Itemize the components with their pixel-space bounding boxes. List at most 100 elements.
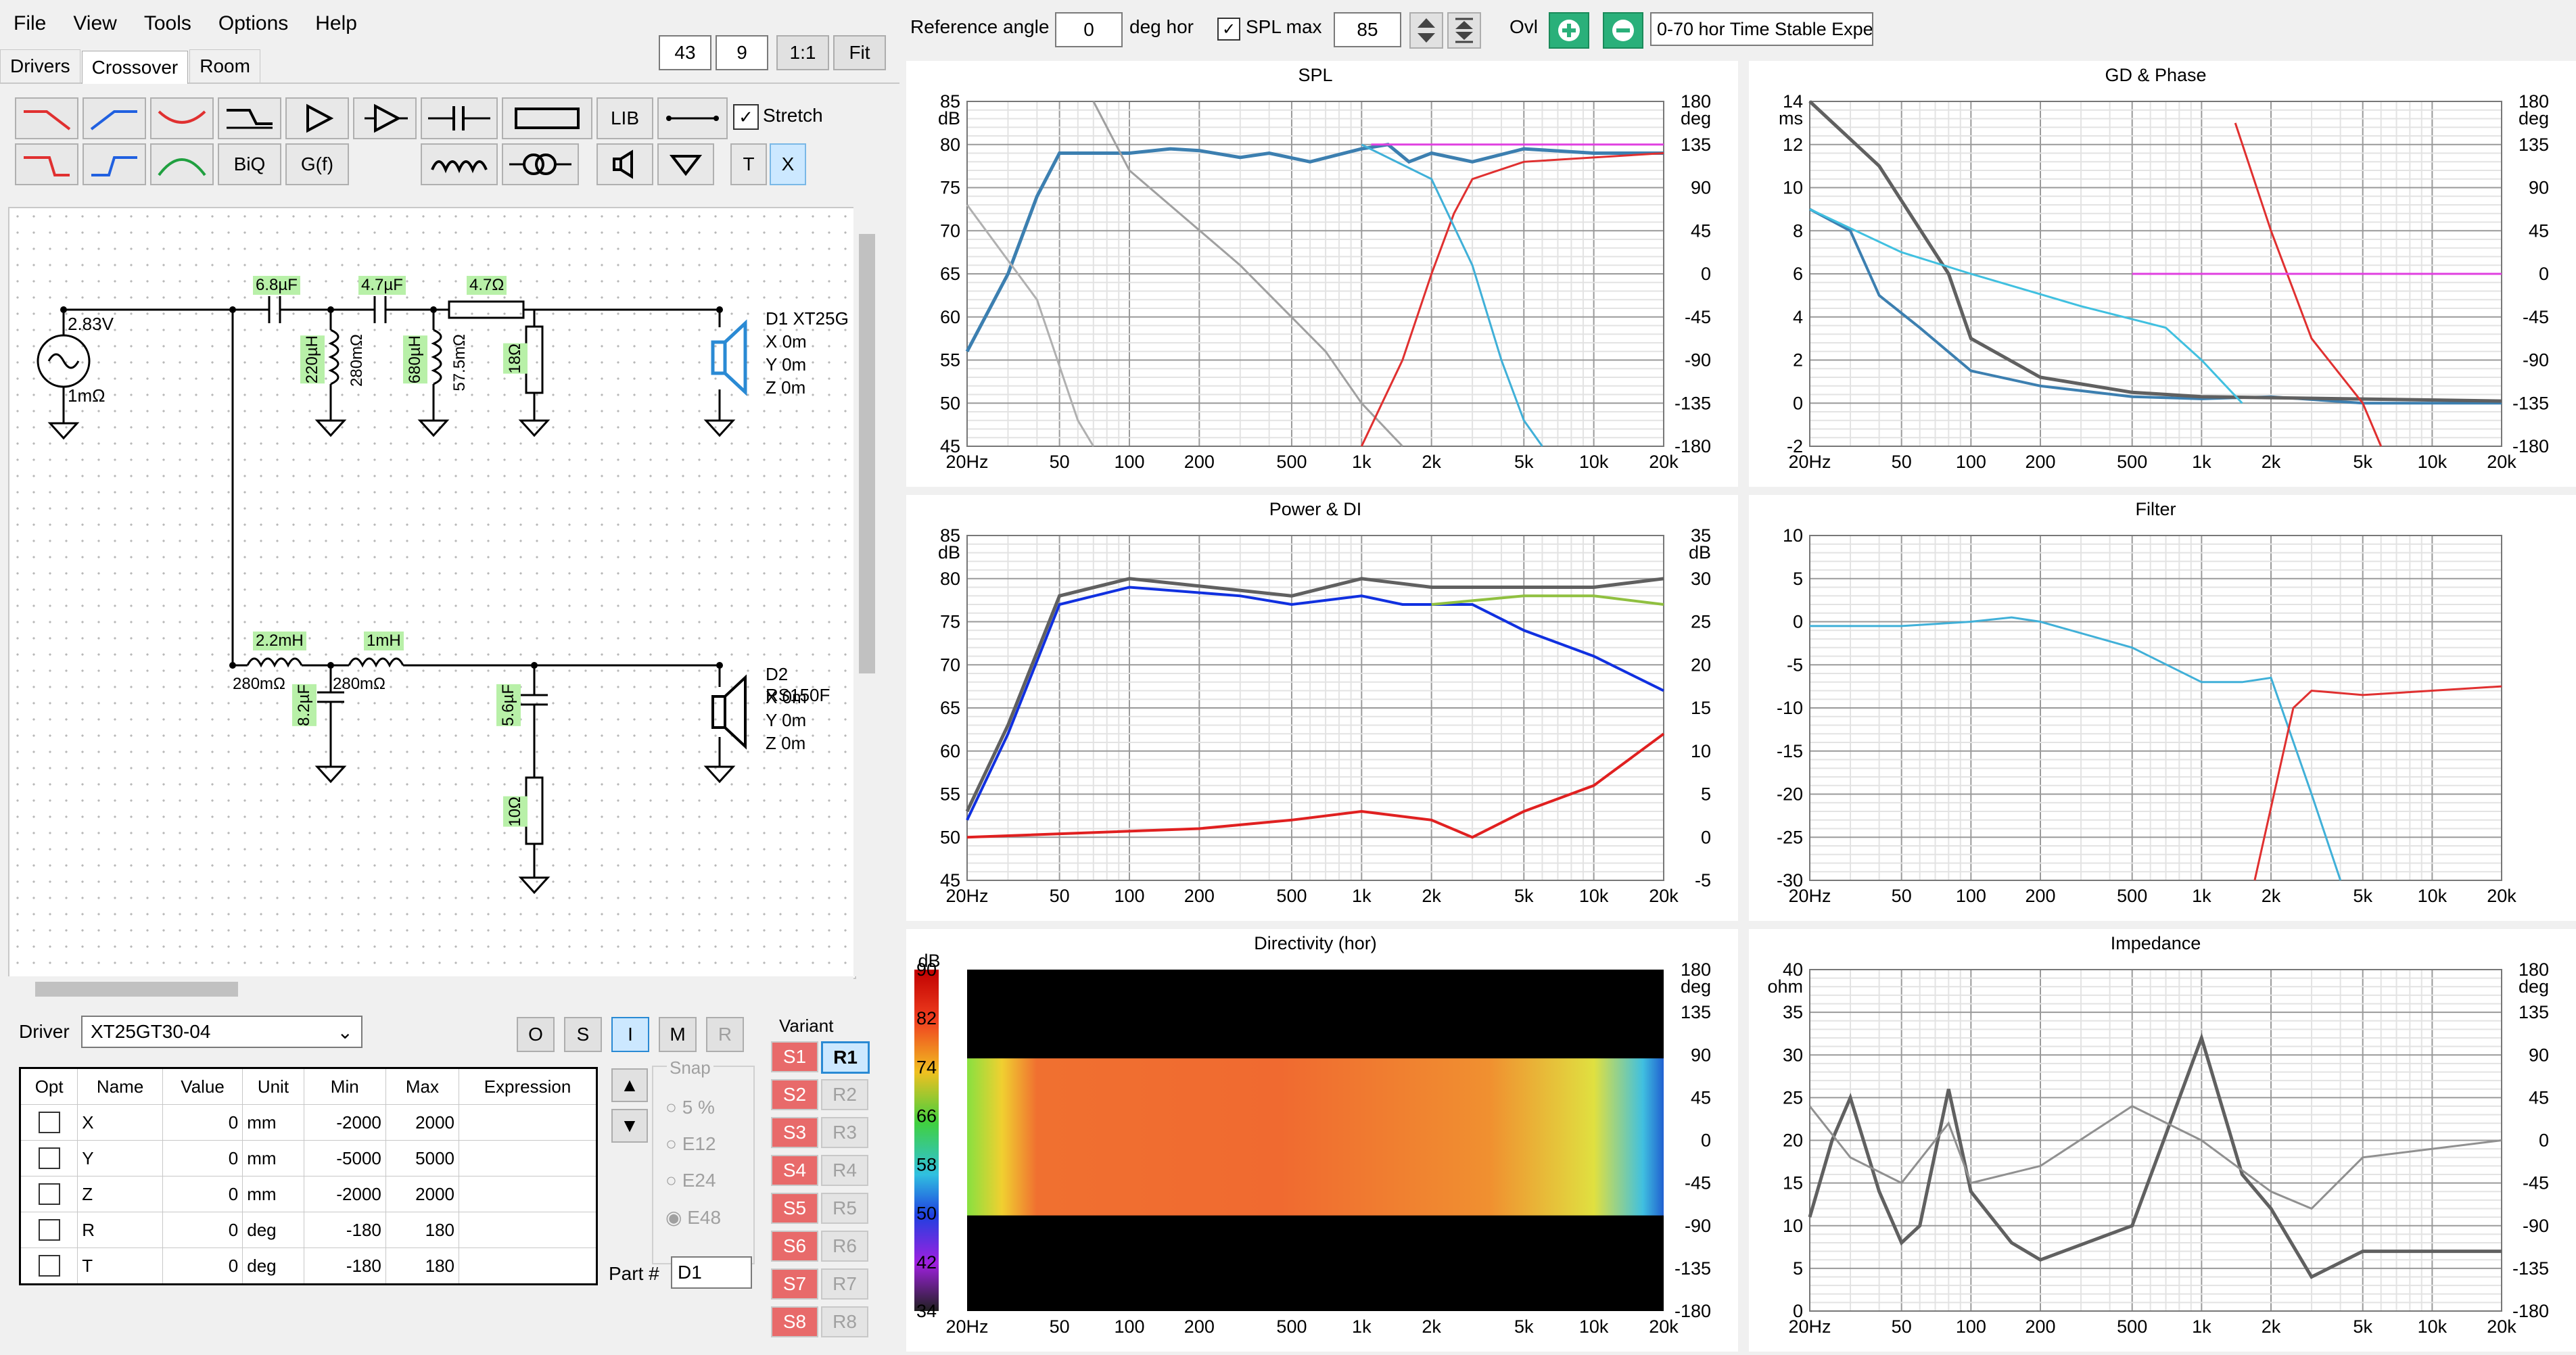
woofer-speaker-icon[interactable] xyxy=(711,674,747,750)
l1-label[interactable]: 220µH xyxy=(300,335,325,384)
capacitor-icon[interactable] xyxy=(421,97,498,139)
horizontal-scrollbar-thumb[interactable] xyxy=(35,982,238,997)
variant-s3-button[interactable]: S3 xyxy=(771,1117,818,1148)
row-value[interactable]: 0 xyxy=(162,1140,243,1176)
reference-angle-input[interactable]: 0 xyxy=(1055,12,1123,47)
variant-r6-button[interactable]: R6 xyxy=(821,1231,868,1262)
r-shunt-label[interactable]: 18Ω xyxy=(503,343,528,374)
spl-updown-icon[interactable] xyxy=(1409,12,1443,49)
inductor-icon[interactable] xyxy=(421,143,498,185)
mode-m-button[interactable]: M xyxy=(659,1017,697,1052)
variant-s8-button[interactable]: S8 xyxy=(771,1306,818,1337)
ground-icon[interactable] xyxy=(657,143,714,185)
highpass-filter-icon[interactable] xyxy=(83,97,146,139)
highpass-2-icon[interactable] xyxy=(83,143,146,185)
delete-tool-button[interactable]: X xyxy=(770,143,806,185)
snap-option-5pct[interactable]: ○ 5 % xyxy=(665,1097,715,1118)
variant-r8-button[interactable]: R8 xyxy=(821,1306,868,1337)
variant-r5-button[interactable]: R5 xyxy=(821,1193,868,1224)
spl-fit-icon[interactable] xyxy=(1447,12,1481,49)
notch-filter-icon[interactable] xyxy=(150,97,214,139)
mode-o-button[interactable]: O xyxy=(517,1017,555,1052)
wire-icon[interactable] xyxy=(657,97,728,139)
power-chart-panel[interactable]: Power & DI 85 80 75 70 65 60 55 50 45 dB 35 30 25 20 15… xyxy=(906,495,1738,921)
add-overlay-icon[interactable] xyxy=(1549,12,1589,49)
impedance-chart-panel[interactable]: Impedance 40 35 30 25 20 15 10 5 0 ohm 180 135 90 45 0-… xyxy=(1749,929,2576,1352)
row-max[interactable]: 2000 xyxy=(385,1176,460,1212)
opt-checkbox[interactable] xyxy=(19,1104,78,1141)
row-max[interactable]: 180 xyxy=(385,1247,460,1285)
tab-crossover[interactable]: Crossover xyxy=(81,51,189,84)
move-down-button[interactable]: ▼ xyxy=(611,1109,648,1143)
variant-s7-button[interactable]: S7 xyxy=(771,1268,818,1300)
tab-room[interactable]: Room xyxy=(189,49,260,82)
variant-s6-button[interactable]: S6 xyxy=(771,1231,818,1262)
row-max[interactable]: 2000 xyxy=(385,1104,460,1141)
row-min[interactable]: -5000 xyxy=(303,1140,386,1176)
row-min[interactable]: -180 xyxy=(303,1212,386,1248)
variant-r7-button[interactable]: R7 xyxy=(821,1268,868,1300)
variant-s1-button[interactable]: S1 xyxy=(771,1041,818,1072)
buffer-amp-icon[interactable] xyxy=(353,97,417,139)
row-min[interactable]: -2000 xyxy=(303,1104,386,1141)
spl-chart-panel[interactable]: SPL 85 80 75 70 65 60 55 50 45 dB 180 135 90 45 0 -45 -90… xyxy=(906,61,1738,487)
snap-option-e24[interactable]: ○ E24 xyxy=(665,1170,716,1191)
opt-checkbox[interactable] xyxy=(19,1212,78,1248)
variant-s2-button[interactable]: S2 xyxy=(771,1079,818,1110)
mode-i-button[interactable]: I xyxy=(611,1017,649,1052)
mode-s-button[interactable]: S xyxy=(564,1017,602,1052)
transformer-icon[interactable] xyxy=(502,143,579,185)
part-number-input[interactable]: D1 xyxy=(671,1256,752,1289)
table-row[interactable]: Y 0 mm -5000 5000 xyxy=(19,1140,597,1176)
row-max[interactable]: 180 xyxy=(385,1212,460,1248)
snap-option-e12[interactable]: ○ E12 xyxy=(665,1133,716,1155)
table-row[interactable]: R 0 deg -180 180 xyxy=(19,1212,597,1248)
l3-label[interactable]: 2.2mH xyxy=(253,632,306,650)
lib-button[interactable]: LIB xyxy=(596,97,653,139)
gd-chart-panel[interactable]: GD & Phase 14 12 10 8 6 4 2 0 -2 ms 180 135 90 45 0 -45-… xyxy=(1749,61,2576,487)
row-expression[interactable] xyxy=(459,1176,597,1212)
row-min[interactable]: -2000 xyxy=(303,1176,386,1212)
vertical-scrollbar[interactable] xyxy=(853,207,881,976)
c3-label[interactable]: 8.2µF xyxy=(292,684,317,726)
row-value[interactable]: 0 xyxy=(162,1104,243,1141)
spl-max-input[interactable]: 85 xyxy=(1334,12,1401,47)
lowpass-2-icon[interactable] xyxy=(15,143,78,185)
l2-label[interactable]: 680µH xyxy=(403,335,427,384)
bandpass-filter-icon[interactable] xyxy=(150,143,214,185)
tab-drivers[interactable]: Drivers xyxy=(0,49,80,82)
table-row[interactable]: Z 0 mm -2000 2000 xyxy=(19,1176,597,1212)
c2-label[interactable]: 4.7µF xyxy=(358,276,406,295)
mode-r-button[interactable]: R xyxy=(706,1017,744,1052)
variant-r4-button[interactable]: R4 xyxy=(821,1155,868,1186)
schematic-canvas[interactable]: 2.83V 1mΩ 6.8µF 4.7µF 4.7Ω 220µH 280mΩ 6… xyxy=(8,207,856,979)
row-min[interactable]: -180 xyxy=(303,1247,386,1285)
menu-options[interactable]: Options xyxy=(205,12,302,35)
transfer-function-button[interactable]: G(f) xyxy=(285,143,349,185)
amplifier-icon[interactable] xyxy=(285,97,349,139)
opt-checkbox[interactable] xyxy=(19,1176,78,1212)
measurement-status-field[interactable]: 0-70 hor Time Stable Expe xyxy=(1650,12,1873,46)
move-up-button[interactable]: ▲ xyxy=(611,1068,648,1102)
menu-view[interactable]: View xyxy=(60,12,130,35)
text-tool-button[interactable]: T xyxy=(730,143,767,185)
variant-s4-button[interactable]: S4 xyxy=(771,1155,818,1186)
row-value[interactable]: 0 xyxy=(162,1176,243,1212)
directivity-chart-panel[interactable]: Directivity (hor) 90 82 74 66 58 50 42 34 dB 180 13… xyxy=(906,929,1738,1352)
speaker-icon[interactable] xyxy=(596,143,653,185)
opt-checkbox[interactable] xyxy=(19,1247,78,1285)
remove-overlay-icon[interactable] xyxy=(1603,12,1643,49)
opt-checkbox[interactable] xyxy=(19,1140,78,1176)
driver-select[interactable]: XT25GT30-04 ⌄ xyxy=(81,1016,362,1048)
spl-max-checkbox[interactable]: ✓ xyxy=(1217,18,1240,41)
menu-tools[interactable]: Tools xyxy=(131,12,205,35)
variant-r3-button[interactable]: R3 xyxy=(821,1117,868,1148)
row-value[interactable]: 0 xyxy=(162,1247,243,1285)
c1-label[interactable]: 6.8µF xyxy=(253,276,300,295)
lowpass-filter-icon[interactable] xyxy=(15,97,78,139)
row-value[interactable]: 0 xyxy=(162,1212,243,1248)
row-max[interactable]: 5000 xyxy=(385,1140,460,1176)
horizontal-scrollbar[interactable] xyxy=(8,976,853,1001)
variant-r2-button[interactable]: R2 xyxy=(821,1079,868,1110)
row-expression[interactable] xyxy=(459,1104,597,1141)
